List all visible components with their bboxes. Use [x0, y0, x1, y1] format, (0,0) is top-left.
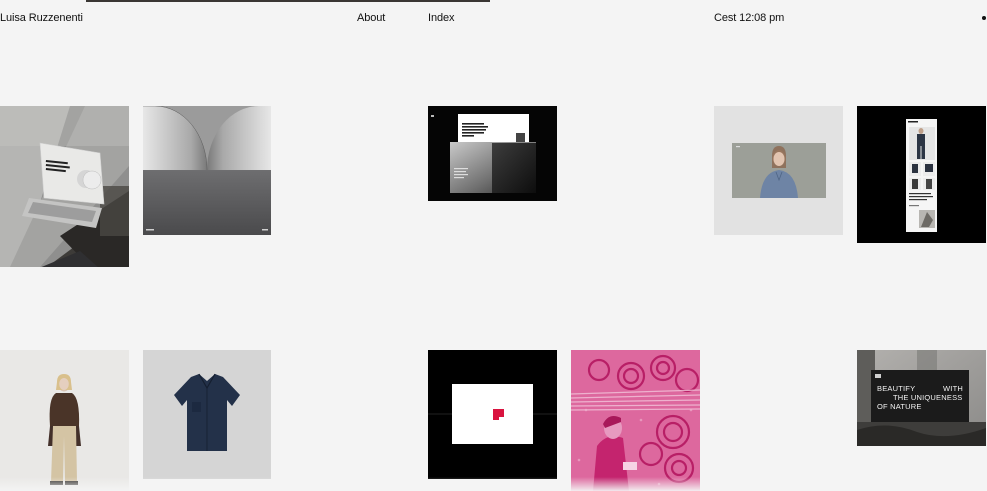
bottom-fade	[0, 477, 987, 491]
project-tile-laptop-mockup[interactable]	[0, 106, 129, 267]
billboard-word-beautify: BEAUTIFY	[877, 384, 916, 393]
billboard-word-with: WITH	[943, 384, 963, 393]
project-tile-website-mockup-black[interactable]	[428, 106, 557, 201]
billboard-line-nature: OF NATURE	[877, 402, 922, 411]
project-tile-model-in-jacket[interactable]	[0, 350, 129, 491]
project-tile-fashion-app-screens[interactable]	[857, 106, 986, 243]
project-tile-red-logo-box[interactable]	[428, 350, 557, 479]
menu-dot-icon[interactable]	[982, 16, 986, 20]
project-tile-beautify-billboard[interactable]: BEAUTIFY WITH THE UNIQUENESS OF NATURE	[857, 350, 986, 446]
project-tile-model-portrait-screen[interactable]	[714, 106, 843, 235]
top-progress-line	[86, 0, 490, 2]
site-name-link[interactable]: Luisa Ruzzenenti	[0, 12, 83, 25]
project-tile-navy-shirt[interactable]	[143, 350, 271, 479]
nav-index-link[interactable]: Index	[428, 12, 455, 25]
billboard-headline: BEAUTIFY WITH THE UNIQUENESS OF NATURE	[877, 384, 963, 411]
project-tile-pink-duotone-workers[interactable]	[571, 350, 700, 491]
local-clock: Cest 12:08 pm	[714, 12, 785, 24]
nav-about-link[interactable]: About	[357, 12, 385, 25]
billboard-line-uniqueness: THE UNIQUENESS	[893, 393, 963, 402]
portfolio-page: Luisa Ruzzenenti About Index Cest 12:08 …	[0, 0, 987, 491]
project-tile-gradient-arches[interactable]	[143, 106, 271, 235]
